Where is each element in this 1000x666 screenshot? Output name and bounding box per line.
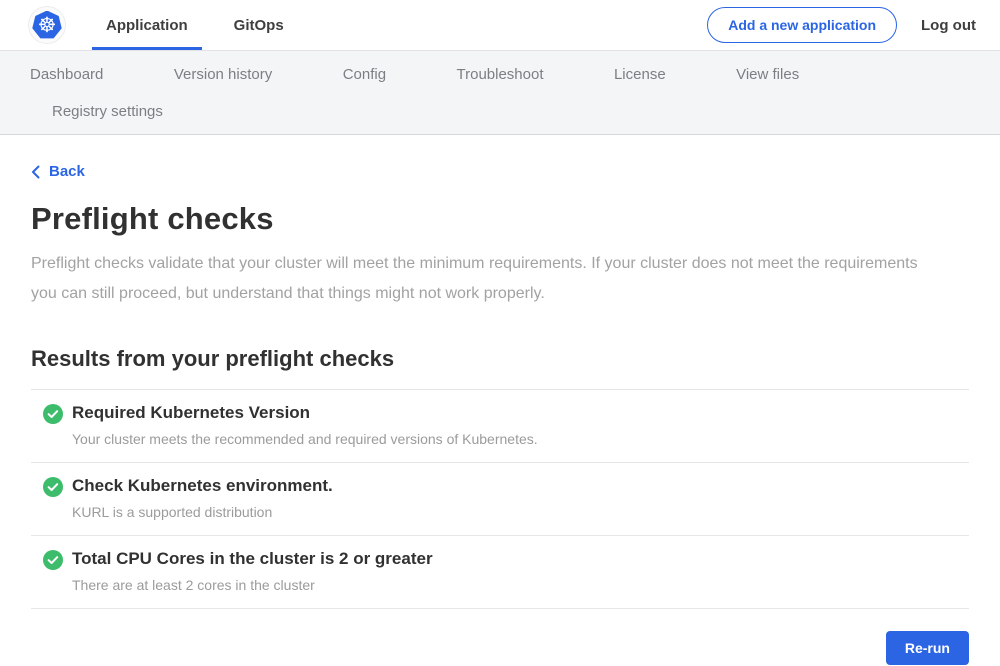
kubernetes-helm-wheel-icon: ☸ — [32, 11, 62, 40]
check-pass-icon — [43, 477, 63, 497]
subnav-item-troubleshoot[interactable]: Troubleshoot — [457, 66, 544, 83]
top-header: ☸ Application GitOps Add a new applicati… — [0, 0, 1000, 51]
page-title: Preflight checks — [31, 201, 969, 237]
main-content: Back Preflight checks Preflight checks v… — [0, 135, 1000, 665]
subnav-item-license[interactable]: License — [614, 66, 666, 83]
kubernetes-logo: ☸ — [28, 6, 66, 44]
app-subnav: Dashboard Version history Config Trouble… — [0, 51, 1000, 135]
check-pass-icon — [43, 550, 63, 570]
tab-gitops[interactable]: GitOps — [220, 0, 298, 50]
check-message: Your cluster meets the recommended and r… — [72, 431, 969, 447]
preflight-check-row: Total CPU Cores in the cluster is 2 or g… — [31, 536, 969, 609]
preflight-results-list: Required Kubernetes Version Your cluster… — [31, 389, 969, 609]
page-description: Preflight checks validate that your clus… — [31, 249, 946, 309]
rerun-button[interactable]: Re-run — [886, 631, 969, 665]
header-right: Add a new application Log out — [707, 7, 976, 43]
check-message: KURL is a supported distribution — [72, 504, 969, 520]
subnav-row-2: Registry settings — [30, 103, 1000, 121]
results-heading: Results from your preflight checks — [31, 346, 969, 372]
tab-application[interactable]: Application — [92, 0, 202, 50]
preflight-check-row: Required Kubernetes Version Your cluster… — [31, 390, 969, 463]
preflight-check-row: Check Kubernetes environment. KURL is a … — [31, 463, 969, 536]
back-link-label: Back — [49, 163, 85, 180]
logout-link[interactable]: Log out — [921, 17, 976, 34]
footer-actions: Re-run — [31, 631, 969, 665]
subnav-item-config[interactable]: Config — [343, 66, 386, 83]
add-new-application-button[interactable]: Add a new application — [707, 7, 897, 43]
subnav-item-dashboard[interactable]: Dashboard — [30, 66, 103, 83]
header-tabs: Application GitOps — [92, 0, 316, 50]
subnav-item-view-files[interactable]: View files — [736, 66, 799, 83]
check-title: Check Kubernetes environment. — [72, 476, 969, 496]
subnav-item-version-history[interactable]: Version history — [174, 66, 272, 83]
chevron-left-icon — [31, 165, 40, 179]
check-title: Total CPU Cores in the cluster is 2 or g… — [72, 549, 969, 569]
check-title: Required Kubernetes Version — [72, 403, 969, 423]
subnav-row-1: Dashboard Version history Config Trouble… — [30, 66, 1000, 84]
check-pass-icon — [43, 404, 63, 424]
check-message: There are at least 2 cores in the cluste… — [72, 577, 969, 593]
back-link[interactable]: Back — [31, 163, 85, 180]
subnav-item-registry-settings[interactable]: Registry settings — [52, 103, 163, 120]
